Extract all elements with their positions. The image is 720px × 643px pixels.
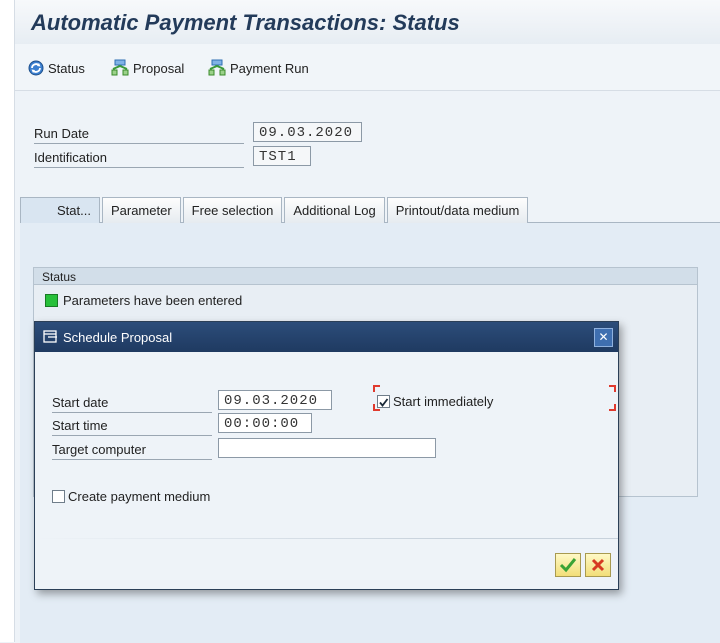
status-button[interactable]: Status xyxy=(27,58,85,78)
start-time-field[interactable]: 00:00:00 xyxy=(218,413,312,433)
start-immediately-checkbox[interactable] xyxy=(377,395,390,408)
proposal-button-label: Proposal xyxy=(133,60,185,76)
application-toolbar: Status Proposal Payment Run xyxy=(15,44,720,91)
checkmark-icon xyxy=(379,398,389,407)
create-payment-medium-checkbox[interactable] xyxy=(52,490,65,503)
start-date-underline xyxy=(52,412,212,413)
status-message: Parameters have been entered xyxy=(45,293,242,308)
footer-divider xyxy=(35,538,618,539)
status-group-header: Status xyxy=(33,267,698,285)
focus-corner-top-right xyxy=(609,385,616,392)
focus-corner-top-left xyxy=(373,385,380,392)
tab-additional-log[interactable]: Additional Log xyxy=(284,197,385,223)
target-computer-field[interactable] xyxy=(218,438,436,458)
page-title: Automatic Payment Transactions: Status xyxy=(31,10,460,35)
schedule-job-icon xyxy=(110,59,130,77)
run-date-underline xyxy=(34,143,244,144)
cancel-x-icon xyxy=(591,558,605,572)
tab-free-selection[interactable]: Free selection xyxy=(182,197,283,223)
schedule-job-icon xyxy=(207,59,227,77)
dialog-body: Start date 09.03.2020 Start time 00:00:0… xyxy=(35,353,618,589)
identification-field[interactable]: TST1 xyxy=(253,146,311,166)
start-time-label: Start time xyxy=(52,418,108,433)
create-payment-medium-label: Create payment medium xyxy=(68,489,211,504)
run-date-label: Run Date xyxy=(34,126,89,141)
schedule-proposal-dialog: Schedule Proposal ✕ Start date 09.03.202… xyxy=(34,321,619,590)
close-icon[interactable]: ✕ xyxy=(594,328,613,347)
payment-run-button[interactable]: Payment Run xyxy=(207,58,309,78)
tab-status[interactable]: Stat... xyxy=(20,197,100,223)
tab-strip: Stat... Parameter Free selection Additio… xyxy=(20,197,530,223)
ok-button[interactable] xyxy=(555,553,581,577)
dialog-title: Schedule Proposal xyxy=(63,330,173,345)
status-button-label: Status xyxy=(48,60,85,76)
cancel-button[interactable] xyxy=(585,553,611,577)
focus-corner-bottom-right xyxy=(609,404,616,411)
identification-label: Identification xyxy=(34,150,107,165)
target-computer-label: Target computer xyxy=(52,442,146,457)
green-status-icon xyxy=(45,294,58,307)
status-message-text: Parameters have been entered xyxy=(63,293,243,308)
dialog-title-bar: Schedule Proposal ✕ xyxy=(35,322,618,352)
checkmark-icon xyxy=(559,558,577,573)
identification-underline xyxy=(34,167,244,168)
dialog-window-icon xyxy=(43,330,58,347)
tab-parameter[interactable]: Parameter xyxy=(101,197,181,223)
left-edge xyxy=(0,0,15,642)
start-immediately-label: Start immediately xyxy=(393,394,494,409)
payment-run-button-label: Payment Run xyxy=(230,60,309,76)
proposal-button[interactable]: Proposal xyxy=(110,58,184,78)
start-date-field[interactable]: 09.03.2020 xyxy=(218,390,332,410)
title-bar: Automatic Payment Transactions: Status xyxy=(15,0,720,45)
target-computer-underline xyxy=(52,459,212,460)
start-time-underline xyxy=(52,435,212,436)
tab-printout-data-medium[interactable]: Printout/data medium xyxy=(386,197,529,223)
refresh-icon xyxy=(27,59,45,77)
run-date-field[interactable]: 09.03.2020 xyxy=(253,122,362,142)
start-date-label: Start date xyxy=(52,395,109,410)
